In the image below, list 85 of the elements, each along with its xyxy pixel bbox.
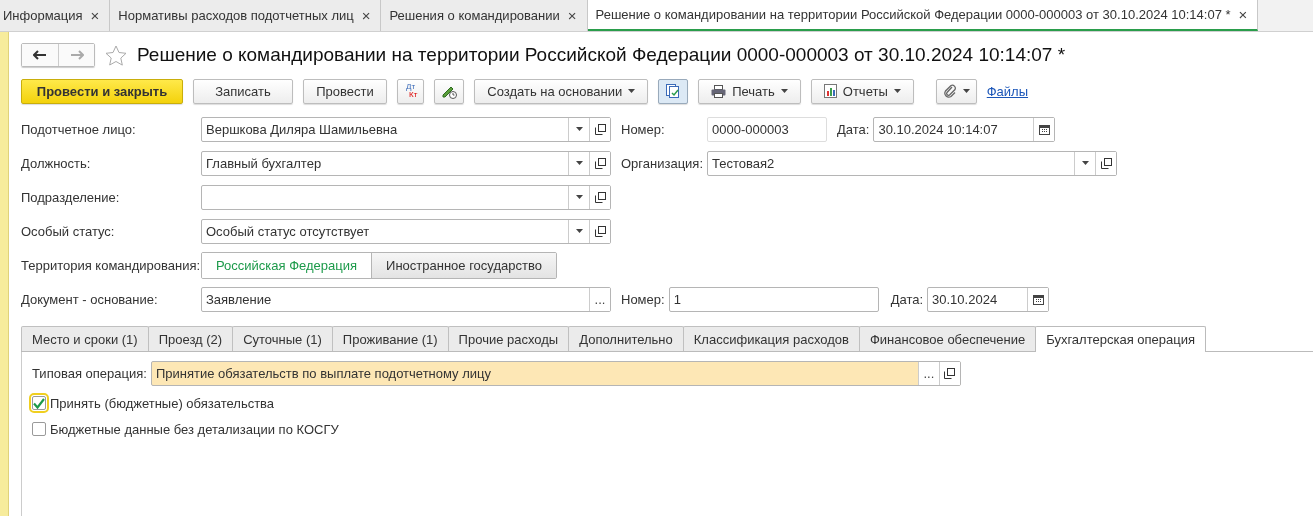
chart-report-icon: [823, 84, 837, 98]
field-label: Номер:: [620, 291, 666, 307]
files-link[interactable]: Файлы: [986, 83, 1029, 99]
field-label: Особый статус:: [21, 223, 116, 239]
checkbox-label: Бюджетные данные без детализации по КОСГУ: [50, 421, 339, 437]
check-icon: [33, 397, 45, 409]
field-label: Организация:: [620, 155, 705, 171]
open-tab[interactable]: Нормативы расходов подотчетных лиц ×: [110, 0, 382, 31]
attachment-button[interactable]: [935, 78, 977, 104]
form-tab[interactable]: Классификация расходов: [682, 326, 860, 351]
close-icon[interactable]: ×: [361, 7, 371, 24]
select-field[interactable]: Особый статус отсутствует: [201, 218, 611, 244]
back-button[interactable]: [22, 44, 58, 66]
select-field[interactable]: [201, 184, 611, 210]
territory-option[interactable]: Иностранное государство: [371, 252, 556, 278]
document-title: Решение о командировании на территории Российской Федерации 0000-000003 от 30.10.2024 10:14:07 *: [137, 44, 1066, 66]
checkbox[interactable]: [32, 422, 46, 436]
dropdown-arrow-icon: [962, 89, 970, 93]
open-window-icon: [594, 123, 606, 135]
form-tab[interactable]: Проживание (1): [331, 326, 449, 351]
open-window-icon: [594, 225, 606, 237]
field-label: Подотчетное лицо:: [21, 121, 137, 137]
edit-history-button[interactable]: [434, 78, 465, 104]
dropdown-arrow-icon: [575, 229, 583, 233]
field-label: Дата:: [889, 291, 925, 307]
open-window-icon: [594, 157, 606, 169]
select-field[interactable]: Вершкова Диляра Шамильевна: [201, 116, 611, 142]
field-label: Типовая операция:: [32, 365, 148, 381]
field-label: Подразделение:: [21, 189, 121, 205]
close-icon[interactable]: ×: [1238, 6, 1248, 23]
close-icon[interactable]: ×: [567, 7, 577, 24]
calendar-icon: [1038, 123, 1050, 135]
dropdown-arrow-icon: [628, 89, 636, 93]
checkbox[interactable]: [32, 396, 46, 410]
choose-button[interactable]: ...: [589, 287, 610, 311]
paperclip-icon: [942, 84, 957, 98]
dropdown-arrow-icon: [1081, 161, 1089, 165]
dropdown-arrow-icon: [575, 161, 583, 165]
document-structure-button[interactable]: [658, 78, 689, 104]
checkbox-label: Принять (бюджетные) обязательства: [50, 395, 275, 411]
back-arrow-icon: [33, 50, 47, 60]
field-label: Территория командирования:: [21, 257, 201, 273]
form-tab[interactable]: Дополнительно: [568, 326, 684, 351]
date-field[interactable]: 30.10.2024: [927, 286, 1050, 312]
open-tab[interactable]: Решение о командировании на территории Российской Федерации 0000-000003 от 30.10.2024 10:14:07 * ×: [587, 0, 1259, 31]
create-based-on-button[interactable]: Создать на основании: [474, 78, 649, 104]
print-button[interactable]: Печать: [698, 78, 801, 104]
field-label: Должность:: [21, 155, 92, 171]
form-tab[interactable]: Прочие расходы: [447, 326, 570, 351]
ledger-button[interactable]: Дт Кт: [397, 78, 425, 104]
operation-field[interactable]: Принятие обязательств по выплате подотчетному лицу ...: [150, 360, 961, 386]
field-label: Номер:: [620, 121, 666, 137]
open-tab[interactable]: Решения о командировании ×: [381, 0, 588, 31]
forward-arrow-icon: [69, 50, 84, 60]
field-label: Документ - основание:: [21, 291, 159, 307]
basis-field[interactable]: Заявление ...: [201, 286, 611, 312]
date-field[interactable]: 30.10.2024 10:14:07: [873, 116, 1056, 142]
post-and-close-button[interactable]: Провести и закрыть: [21, 78, 183, 104]
close-icon[interactable]: ×: [90, 7, 100, 24]
printer-icon: [711, 84, 727, 98]
form-tab[interactable]: Бухгалтерская операция: [1035, 326, 1206, 352]
dropdown-arrow-icon: [575, 195, 583, 199]
calendar-icon: [1032, 293, 1044, 305]
number-field[interactable]: 0000-000003: [707, 116, 827, 142]
form-tab[interactable]: Финансовое обеспечение: [858, 326, 1037, 351]
open-window-icon: [594, 191, 606, 203]
select-field[interactable]: Тестовая2: [707, 150, 1117, 176]
dropdown-arrow-icon: [893, 89, 901, 93]
form-tab[interactable]: Проезд (2): [147, 326, 234, 351]
documents-icon: [665, 83, 682, 99]
form-tab[interactable]: Место и сроки (1): [21, 326, 149, 351]
post-button[interactable]: Провести: [303, 78, 387, 104]
open-window-icon: [1100, 157, 1112, 169]
star-icon[interactable]: [105, 44, 127, 66]
select-field[interactable]: Главный бухгалтер: [201, 150, 611, 176]
reports-button[interactable]: Отчеты: [810, 78, 914, 104]
dropdown-arrow-icon: [575, 127, 583, 131]
open-window-icon: [944, 367, 956, 379]
dropdown-arrow-icon: [780, 89, 788, 93]
form-tab[interactable]: Суточные (1): [232, 326, 333, 351]
open-tab[interactable]: Информация ×: [0, 0, 111, 31]
choose-button[interactable]: ...: [917, 361, 939, 385]
save-button[interactable]: Записать: [193, 78, 293, 104]
number-field[interactable]: 1: [668, 286, 879, 312]
field-label: Дата:: [836, 121, 871, 137]
